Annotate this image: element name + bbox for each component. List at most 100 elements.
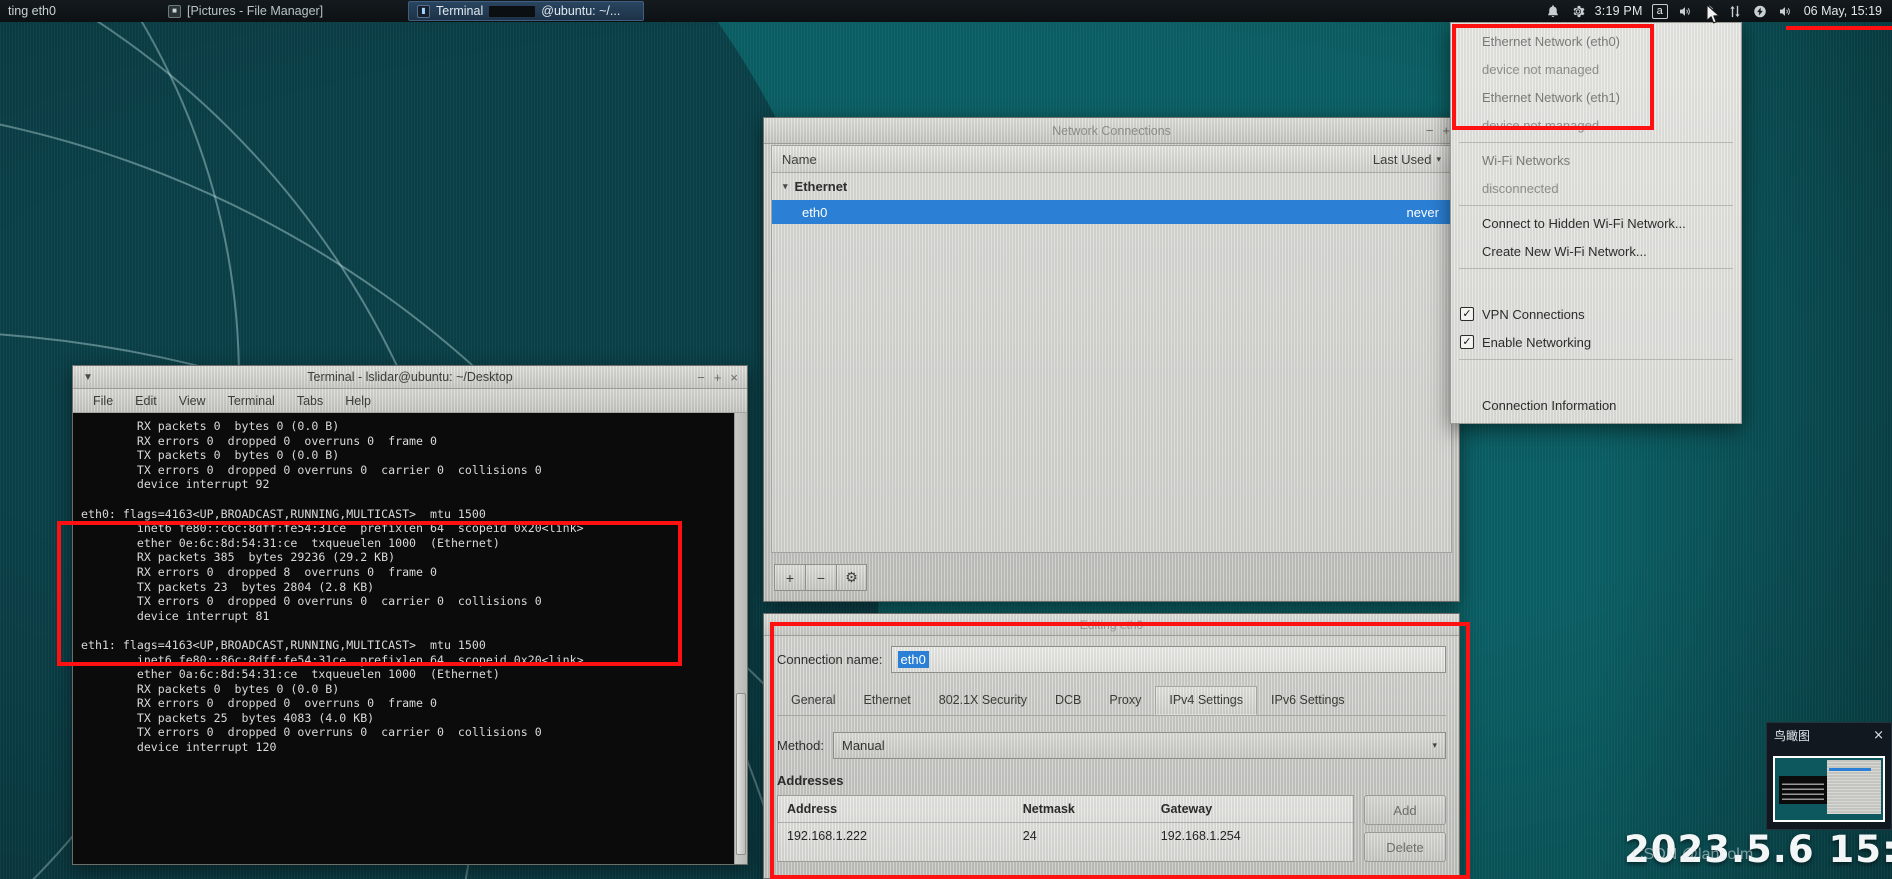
tab-8021x-security[interactable]: 802.1X Security [925, 686, 1041, 715]
network-connections-window: Network Connections − + Name Last Used ▾… [763, 117, 1460, 602]
notification-bell-icon[interactable] [1545, 4, 1561, 19]
nm-item-enable-networking[interactable]: ✓ VPN Connections [1451, 300, 1741, 328]
terminal-maximize-button[interactable]: + [714, 371, 722, 384]
tab-ethernet[interactable]: Ethernet [849, 686, 924, 715]
menu-help[interactable]: Help [334, 392, 382, 410]
address-cell-address[interactable]: 192.168.1.222 [778, 823, 1014, 849]
terminal-line-9: RX packets 385 bytes 29236 (29.2 KB) [81, 550, 396, 565]
addresses-buttons: Add Delete [1364, 795, 1446, 862]
netconn-col-last-used[interactable]: Last Used ▾ [1373, 152, 1441, 167]
netconn-title: Network Connections [1052, 123, 1171, 138]
add-connection-button[interactable]: + [774, 564, 805, 591]
terminal-minimize-button[interactable]: − [697, 371, 705, 384]
address-cell-gateway[interactable]: 192.168.1.254 [1152, 823, 1353, 849]
taskbar-item-terminal[interactable]: ▮ Terminal @ubuntu: ~/... [408, 1, 644, 21]
network-updown-icon[interactable] [1727, 4, 1743, 19]
taskbar-item-0[interactable]: ting eth0 [0, 1, 160, 21]
birds-eye-thumbnail[interactable] [1773, 756, 1885, 822]
keyboard-layout-indicator[interactable]: a [1651, 3, 1668, 19]
netconn-maximize-button[interactable]: + [1442, 124, 1450, 137]
connection-name-input[interactable]: eth0 [890, 646, 1446, 673]
birds-eye-thumb-terminal-lines [1782, 780, 1824, 800]
terminal-line-11: TX packets 23 bytes 2804 (2.8 KB) [81, 579, 375, 594]
netconn-row-eth0[interactable]: eth0 never [772, 200, 1451, 224]
nm-item-enable-wifi[interactable]: ✓ Enable Networking [1451, 328, 1741, 356]
add-address-button[interactable]: Add [1364, 795, 1446, 825]
window-menu-caret-icon[interactable]: ▼ [73, 372, 93, 383]
netconn-col-last-used-label: Last Used [1372, 151, 1432, 167]
tab-ipv4-settings[interactable]: IPv4 Settings [1155, 686, 1258, 715]
nm-item-connect-hidden-wifi[interactable]: Connect to Hidden Wi-Fi Network... [1451, 209, 1741, 237]
sort-caret-icon: ▾ [1436, 153, 1441, 164]
birds-eye-thumb-selection [1829, 768, 1871, 771]
nm-item-create-new-wifi[interactable]: Create New Wi-Fi Network... [1451, 237, 1741, 265]
terminal-line-17: ether 0a:6c:8d:54:31:ce txqueuelen 1000 … [81, 667, 500, 682]
terminal-line-3: TX errors 0 dropped 0 overruns 0 carrier… [81, 462, 542, 477]
terminal-line-14 [73, 623, 747, 638]
power-bolt-icon[interactable] [1752, 4, 1768, 19]
taskbar-item-0-label: ting eth0 [8, 4, 56, 18]
terminal-title: Terminal - lslidar@ubuntu: ~/Desktop [307, 370, 513, 384]
terminal-scrollbar[interactable] [734, 413, 747, 864]
editing-titlebar[interactable]: Editing eth0 [764, 614, 1459, 636]
menu-file[interactable]: File [82, 392, 124, 410]
terminal-line-2: TX packets 0 bytes 0 (0.0 B) [81, 448, 340, 463]
terminal-output[interactable]: RX packets 0 bytes 0 (0.0 B) RX errors 0… [73, 413, 747, 864]
netconn-group-ethernet[interactable]: ▾ Ethernet [772, 173, 1451, 200]
netconn-titlebar[interactable]: Network Connections − + [764, 118, 1459, 144]
menu-terminal[interactable]: Terminal [217, 392, 286, 410]
top-panel: ting eth0 ■ [Pictures - File Manager] ▮ … [0, 0, 1892, 22]
birds-eye-title: 鸟瞰图 [1774, 728, 1811, 743]
terminal-close-button[interactable]: × [730, 371, 738, 384]
terminal-line-20: TX packets 25 bytes 4083 (4.0 KB) [81, 710, 375, 725]
method-dropdown[interactable]: Manual ▾ [832, 732, 1446, 759]
settings-gear-icon[interactable] [1570, 4, 1586, 19]
terminal-line-12: TX errors 0 dropped 0 overruns 0 carrier… [81, 594, 542, 609]
nm-item-connection-information[interactable] [1451, 363, 1741, 391]
checkbox-checked-icon-2[interactable]: ✓ [1460, 335, 1474, 349]
menu-edit[interactable]: Edit [124, 392, 168, 410]
nm-item-vpn-connections[interactable] [1451, 272, 1741, 300]
terminal-line-22: device interrupt 120 [81, 740, 277, 755]
netconn-minimize-button[interactable]: − [1426, 124, 1434, 137]
menu-tabs[interactable]: Tabs [286, 392, 334, 410]
terminal-line-0: RX packets 0 bytes 0 (0.0 B) [81, 419, 340, 433]
table-row[interactable]: 192.168.1.222 24 192.168.1.254 [778, 823, 1353, 849]
nm-item-enable-wifi-label: Enable Networking [1482, 334, 1592, 350]
tab-proxy[interactable]: Proxy [1095, 686, 1155, 715]
tray-clock[interactable]: 3:19 PM [1595, 4, 1643, 18]
delete-address-button[interactable]: Delete [1364, 832, 1446, 862]
desktop-screen: ting eth0 ■ [Pictures - File Manager] ▮ … [0, 0, 1892, 879]
menu-view[interactable]: View [168, 392, 217, 410]
address-cell-netmask[interactable]: 24 [1014, 823, 1152, 849]
volume-icon[interactable] [1677, 4, 1693, 19]
chevron-down-icon: ▾ [1432, 740, 1437, 750]
birds-eye-header: 鸟瞰图 × [1767, 723, 1891, 747]
terminal-line-4: device interrupt 92 [81, 477, 270, 492]
netconn-row-eth0-name: eth0 [802, 204, 828, 220]
nm-item-edit-connections[interactable]: Connection Information [1451, 391, 1741, 419]
netconn-group-label: Ethernet [794, 179, 848, 194]
terminal-line-8: ether 0e:6c:8d:54:31:ce txqueuelen 1000 … [81, 535, 500, 550]
method-label: Method: [777, 738, 824, 753]
terminal-scrollbar-thumb[interactable] [736, 692, 746, 855]
tray-date[interactable]: 06 May, 15:19 [1802, 4, 1882, 18]
remove-connection-button[interactable]: − [805, 564, 836, 591]
terminal-titlebar[interactable]: ▼ Terminal - lslidar@ubuntu: ~/Desktop −… [73, 366, 747, 389]
checkbox-checked-icon[interactable]: ✓ [1460, 307, 1474, 321]
tab-dcb[interactable]: DCB [1041, 686, 1095, 715]
volume-icon-2[interactable] [1777, 4, 1793, 19]
tab-general[interactable]: General [777, 686, 849, 715]
taskbar-item-file-manager[interactable]: ■ [Pictures - File Manager] [160, 1, 400, 21]
tab-ipv6-settings[interactable]: IPv6 Settings [1257, 686, 1359, 715]
close-icon[interactable]: × [1873, 728, 1884, 743]
editing-body: Connection name: eth0 General Ethernet 8… [764, 636, 1459, 878]
watermark-text: CSDN @lancolm [1632, 846, 1754, 863]
netconn-col-name[interactable]: Name [782, 152, 1373, 167]
method-value: Manual [841, 738, 885, 753]
terminal-line-5 [73, 492, 747, 507]
terminal-line-18: RX packets 0 bytes 0 (0.0 B) [81, 681, 340, 696]
edit-connection-gear-button[interactable]: ⚙ [836, 564, 867, 591]
nm-separator-2 [1459, 205, 1733, 206]
terminal-line-15: eth1: flags=4163<UP,BROADCAST,RUNNING,MU… [81, 637, 486, 652]
